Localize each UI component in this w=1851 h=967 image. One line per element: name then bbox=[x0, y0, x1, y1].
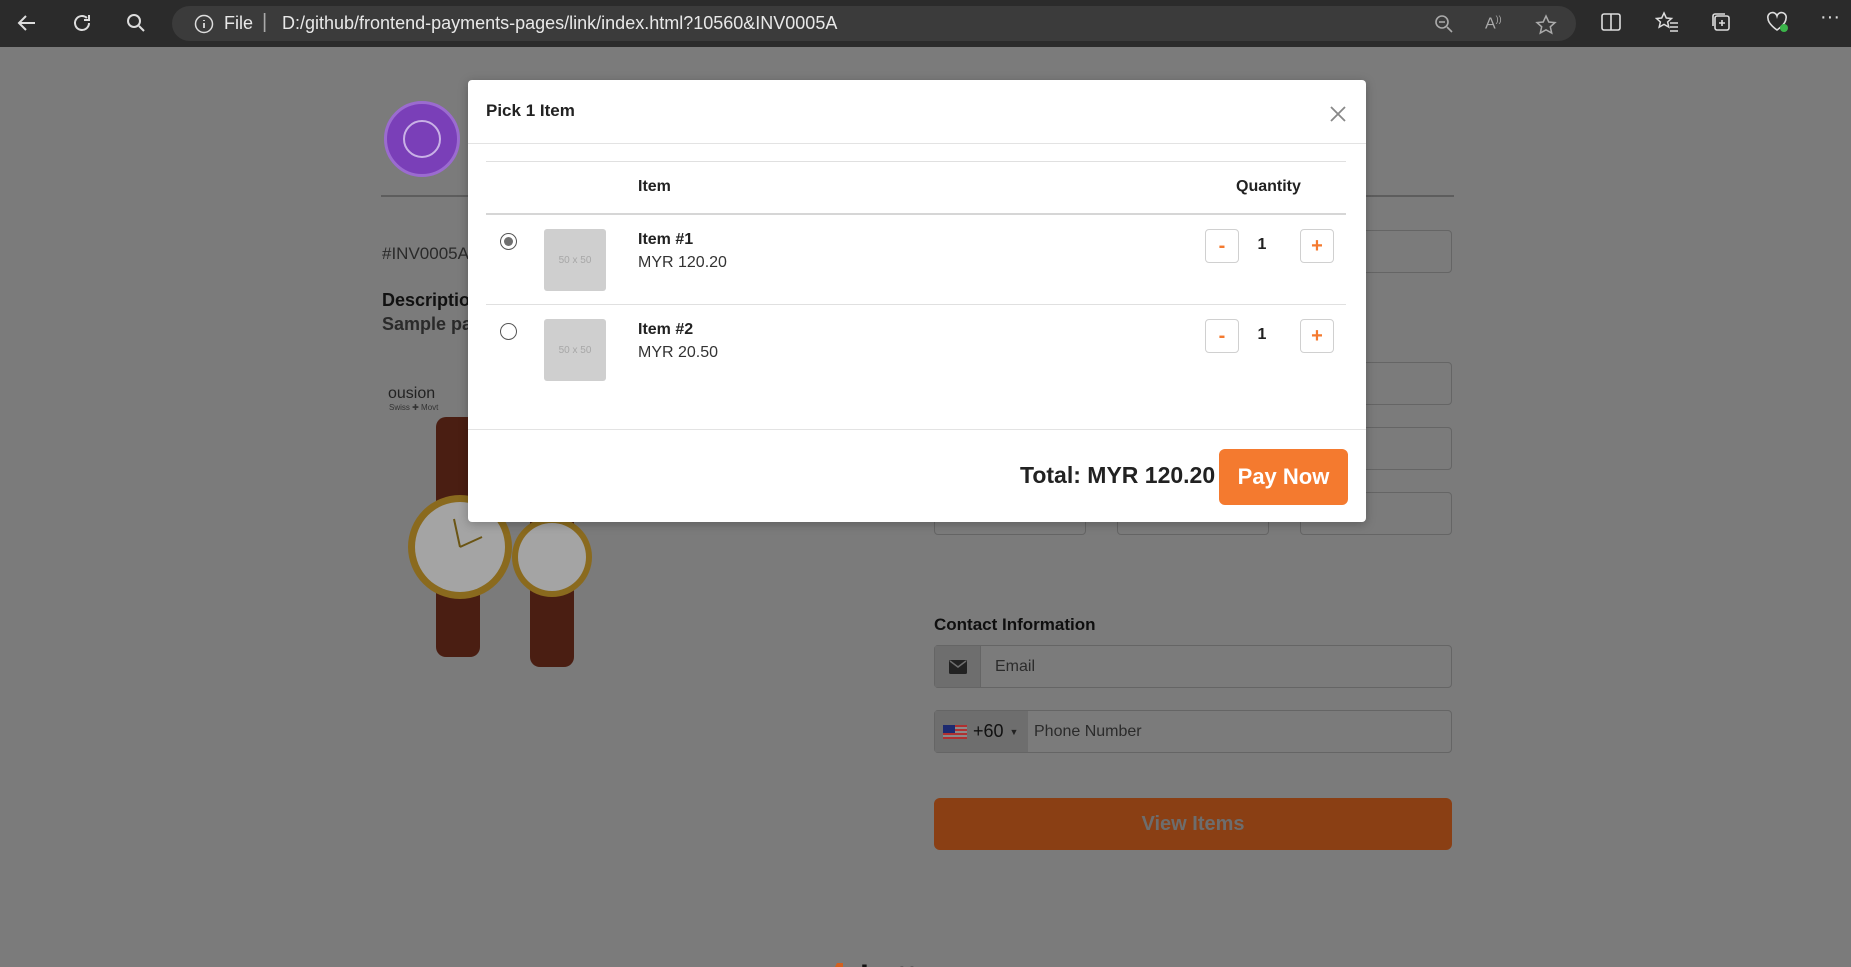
favorite-star-icon[interactable] bbox=[1535, 14, 1557, 41]
increase-quantity-button[interactable]: + bbox=[1300, 319, 1334, 353]
address-bar[interactable]: File | D:/github/frontend-payments-pages… bbox=[172, 6, 1576, 41]
description-value: Sample pa bbox=[382, 314, 473, 334]
item-radio[interactable] bbox=[500, 233, 517, 250]
decrease-quantity-button[interactable]: - bbox=[1205, 319, 1239, 353]
view-items-button[interactable]: View Items bbox=[934, 798, 1452, 850]
zoom-out-icon[interactable] bbox=[1434, 14, 1454, 39]
email-field[interactable]: Email bbox=[934, 645, 1452, 688]
browser-toolbar: File | D:/github/frontend-payments-pages… bbox=[0, 0, 1851, 47]
collections-icon[interactable] bbox=[1710, 11, 1732, 38]
refresh-icon[interactable] bbox=[65, 6, 99, 40]
modal-header: Pick 1 Item bbox=[468, 80, 1366, 144]
phone-field[interactable]: +60 ▼ Phone Number bbox=[934, 710, 1452, 753]
read-aloud-icon[interactable]: A)) bbox=[1485, 14, 1502, 33]
info-icon[interactable] bbox=[194, 14, 214, 39]
item-thumbnail: 50 x 50 bbox=[544, 319, 606, 381]
country-code: +60 bbox=[973, 721, 1004, 741]
caret-down-icon: ▼ bbox=[1009, 726, 1019, 737]
envelope-icon bbox=[935, 646, 981, 687]
address-url[interactable]: D:/github/frontend-payments-pages/link/i… bbox=[282, 13, 837, 34]
item-price: MYR 120.20 bbox=[638, 254, 727, 271]
invoice-number: #INV0005A bbox=[382, 244, 469, 263]
pay-now-button[interactable]: Pay Now bbox=[1219, 449, 1348, 505]
description-label: Description bbox=[382, 290, 482, 310]
item-name: Item #2 bbox=[638, 321, 694, 338]
quantity-value: 1 bbox=[1257, 326, 1267, 343]
modal-title: Pick 1 Item bbox=[486, 101, 575, 120]
more-options-icon[interactable]: ··· bbox=[1820, 6, 1840, 29]
modal-footer-divider bbox=[468, 429, 1366, 430]
malaysia-flag-icon bbox=[943, 724, 967, 739]
phone-placeholder: Phone Number bbox=[1034, 723, 1142, 740]
total-amount: Total: MYR 120.20 bbox=[1020, 462, 1216, 488]
table-top-border bbox=[486, 161, 1346, 162]
product-brand: ousion bbox=[388, 385, 436, 402]
address-separator: | bbox=[262, 11, 268, 33]
item-radio[interactable] bbox=[500, 323, 517, 340]
contact-information-label: Contact Information bbox=[934, 615, 1096, 634]
betterpay-mark-icon bbox=[835, 962, 843, 967]
quantity-value: 1 bbox=[1257, 236, 1267, 253]
merchant-logo bbox=[384, 101, 460, 177]
betterpay-logo: betterpay bbox=[834, 959, 1000, 967]
table-header-border bbox=[486, 213, 1346, 215]
item-name: Item #1 bbox=[638, 231, 694, 248]
address-scheme: File bbox=[224, 13, 254, 33]
item-thumbnail: 50 x 50 bbox=[544, 229, 606, 291]
browser-essentials-icon[interactable] bbox=[1765, 11, 1789, 38]
favorites-icon[interactable] bbox=[1654, 11, 1679, 38]
decrease-quantity-button[interactable]: - bbox=[1205, 229, 1239, 263]
row-divider bbox=[486, 304, 1346, 305]
increase-quantity-button[interactable]: + bbox=[1300, 229, 1334, 263]
back-icon[interactable] bbox=[10, 6, 44, 40]
close-icon[interactable] bbox=[1328, 104, 1348, 124]
search-icon[interactable] bbox=[119, 6, 153, 40]
item-price: MYR 20.50 bbox=[638, 344, 719, 361]
pick-item-modal: Pick 1 Item Item Quantity 50 x 50 Item #… bbox=[468, 80, 1366, 522]
country-code-selector[interactable]: +60 ▼ bbox=[935, 711, 1028, 752]
betterpay-wordmark: betterpay bbox=[860, 959, 1000, 967]
column-header-item: Item bbox=[638, 178, 671, 195]
split-screen-icon[interactable] bbox=[1600, 11, 1622, 38]
column-header-quantity: Quantity bbox=[1236, 178, 1301, 195]
email-placeholder: Email bbox=[995, 658, 1036, 675]
